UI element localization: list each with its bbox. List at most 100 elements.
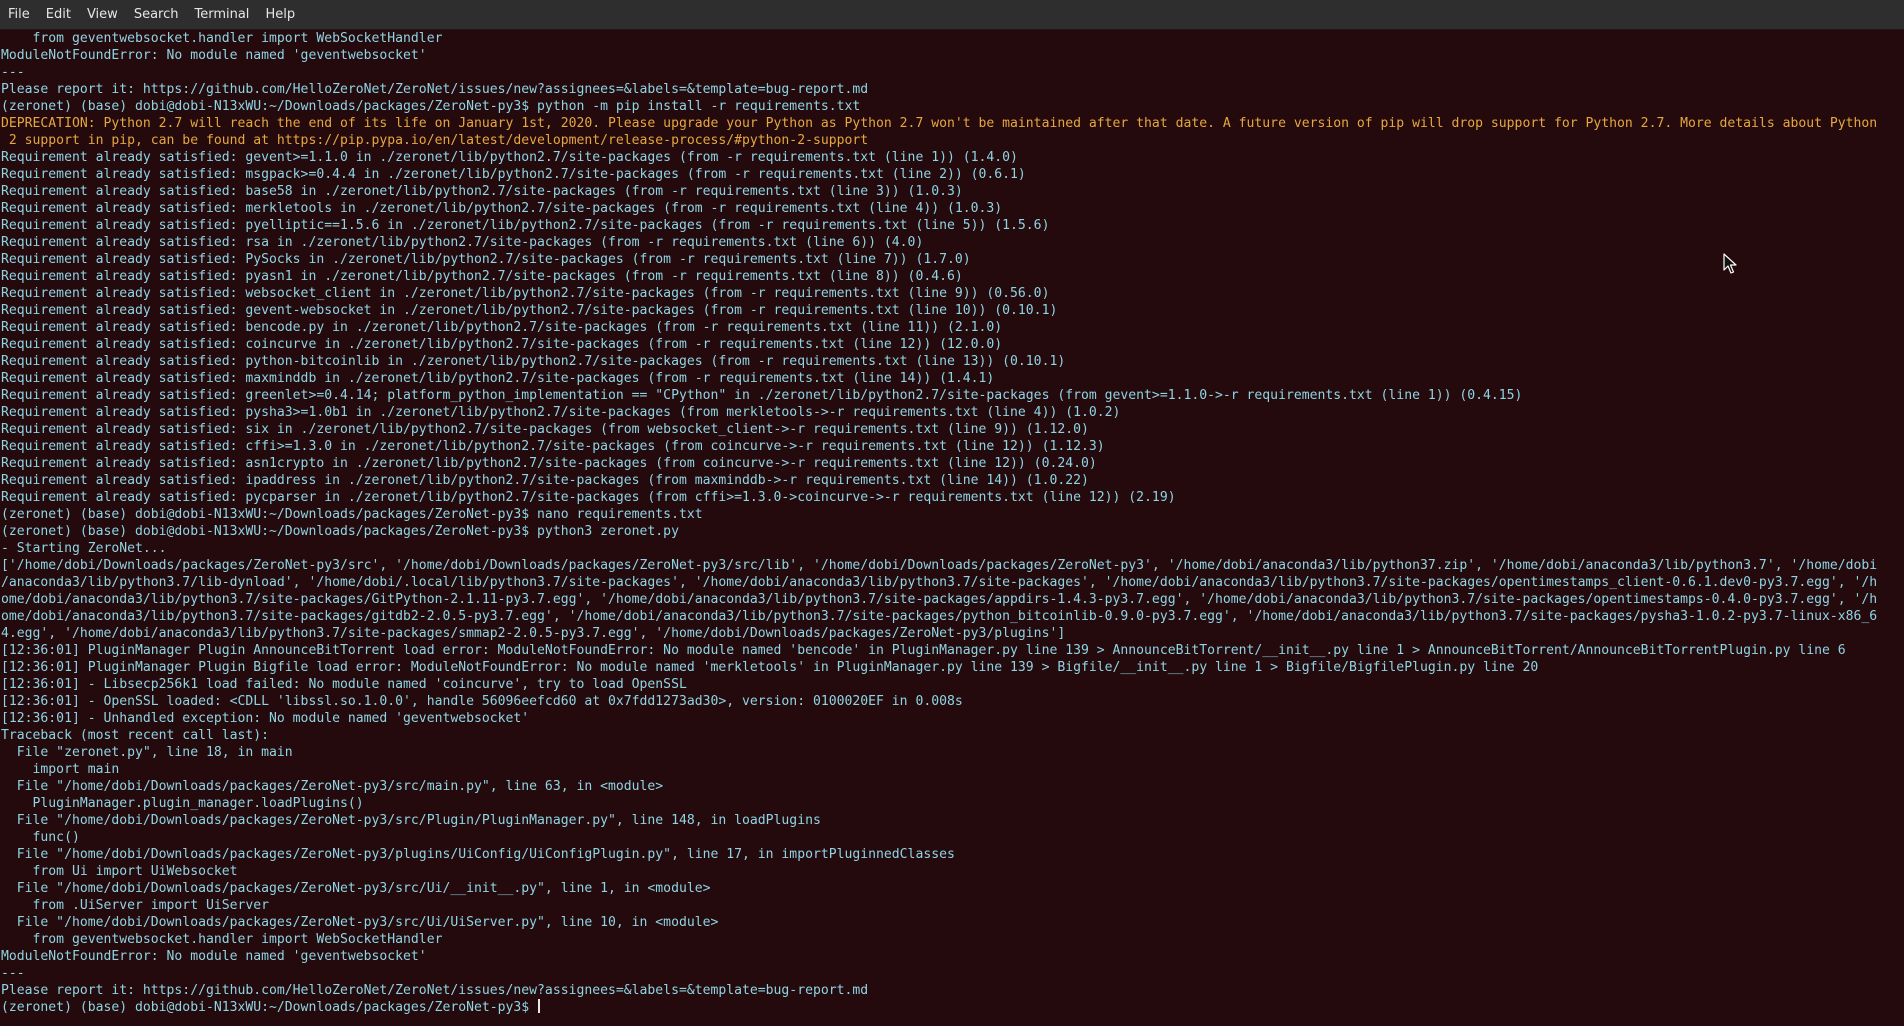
terminal-line: Requirement already satisfied: bencode.p… [1,319,1904,336]
terminal-line-text: Requirement already satisfied: merkletoo… [1,201,1003,216]
terminal-line-text: from .UiServer import UiServer [1,898,270,913]
terminal-line: Requirement already satisfied: gevent-we… [1,302,1904,319]
terminal-line: func() [1,829,1904,846]
terminal-line: [12:36:01] - Libsecp256k1 load failed: N… [1,676,1904,693]
terminal-line: ['/home/dobi/Downloads/packages/ZeroNet-… [1,557,1904,574]
terminal-line-text: ['/home/dobi/Downloads/packages/ZeroNet-… [1,558,1878,573]
menu-bar: File Edit View Search Terminal Help [0,0,1904,30]
terminal-line: File "/home/dobi/Downloads/packages/Zero… [1,914,1904,931]
terminal-line: 4.egg', '/home/dobi/anaconda3/lib/python… [1,625,1904,642]
terminal-line-text: Requirement already satisfied: rsa in ./… [1,235,924,250]
terminal-line-text: 4.egg', '/home/dobi/anaconda3/lib/python… [1,626,1066,641]
terminal-line-text: Requirement already satisfied: bencode.p… [1,320,1003,335]
terminal-line: Requirement already satisfied: pyasn1 in… [1,268,1904,285]
terminal-line: - Starting ZeroNet... [1,540,1904,557]
terminal-line-text: Requirement already satisfied: coincurve… [1,337,1003,352]
terminal-line-text: File "/home/dobi/Downloads/packages/Zero… [1,779,664,794]
terminal-line-text: --- [1,966,25,981]
terminal-line-text: 2 support in pip, can be found at https:… [1,133,869,148]
terminal-line: from Ui import UiWebsocket [1,863,1904,880]
terminal-line: (zeronet) (base) dobi@dobi-N13xWU:~/Down… [1,523,1904,540]
terminal-line-text: Traceback (most recent call last): [1,728,270,743]
terminal-line: File "/home/dobi/Downloads/packages/Zero… [1,880,1904,897]
terminal-line-text: /anaconda3/lib/python3.7/lib-dynload', '… [1,575,1878,590]
terminal-line: File "zeronet.py", line 18, in main [1,744,1904,761]
terminal-line: ome/dobi/anaconda3/lib/python3.7/site-pa… [1,608,1904,625]
terminal-line: Please report it: https://github.com/Hel… [1,982,1904,999]
menu-terminal[interactable]: Terminal [186,0,257,30]
terminal-line: Please report it: https://github.com/Hel… [1,81,1904,98]
text-cursor [538,999,541,1013]
terminal-line: [12:36:01] - Unhandled exception: No mod… [1,710,1904,727]
terminal-line-text: ome/dobi/anaconda3/lib/python3.7/site-pa… [1,592,1878,607]
mouse-pointer-icon [1723,253,1737,274]
terminal-line-text: (zeronet) (base) dobi@dobi-N13xWU:~/Down… [1,524,679,539]
menu-search[interactable]: Search [126,0,187,30]
terminal-line-text: from Ui import UiWebsocket [1,864,238,879]
terminal-line-text: File "/home/dobi/Downloads/packages/Zero… [1,813,821,828]
terminal-line: (zeronet) (base) dobi@dobi-N13xWU:~/Down… [1,506,1904,523]
terminal-line-text: Please report it: https://github.com/Hel… [1,983,869,998]
terminal-line-text: from geventwebsocket.handler import WebS… [1,31,443,46]
terminal-line: [12:36:01] PluginManager Plugin Bigfile … [1,659,1904,676]
terminal-line: Requirement already satisfied: rsa in ./… [1,234,1904,251]
terminal-line: from .UiServer import UiServer [1,897,1904,914]
terminal-line: Requirement already satisfied: python-bi… [1,353,1904,370]
terminal-line: [12:36:01] - OpenSSL loaded: <CDLL 'libs… [1,693,1904,710]
terminal-line-text: Requirement already satisfied: pycparser… [1,490,1176,505]
terminal-line: File "/home/dobi/Downloads/packages/Zero… [1,846,1904,863]
terminal-line-text: Requirement already satisfied: PySocks i… [1,252,971,267]
terminal-line: [12:36:01] PluginManager Plugin Announce… [1,642,1904,659]
terminal-line: from geventwebsocket.handler import WebS… [1,931,1904,948]
terminal-line: ModuleNotFoundError: No module named 'ge… [1,948,1904,965]
terminal-line: Requirement already satisfied: coincurve… [1,336,1904,353]
terminal-line: (zeronet) (base) dobi@dobi-N13xWU:~/Down… [1,98,1904,115]
terminal-line-text: Requirement already satisfied: six in ./… [1,422,1089,437]
terminal-line: Requirement already satisfied: pyellipti… [1,217,1904,234]
terminal-line: Requirement already satisfied: PySocks i… [1,251,1904,268]
terminal-line-text: import main [1,762,120,777]
terminal-line-text: Requirement already satisfied: asn1crypt… [1,456,1097,471]
terminal-line: Traceback (most recent call last): [1,727,1904,744]
terminal-line-text: File "zeronet.py", line 18, in main [1,745,293,760]
terminal-line: Requirement already satisfied: merkletoo… [1,200,1904,217]
terminal-line: Requirement already satisfied: pycparser… [1,489,1904,506]
terminal-line-text: ome/dobi/anaconda3/lib/python3.7/site-pa… [1,609,1878,624]
terminal-line: /anaconda3/lib/python3.7/lib-dynload', '… [1,574,1904,591]
terminal-line: ModuleNotFoundError: No module named 'ge… [1,47,1904,64]
menu-file[interactable]: File [0,0,38,30]
terminal-output[interactable]: from geventwebsocket.handler import WebS… [0,30,1904,1026]
terminal-line-text: - Starting ZeroNet... [1,541,167,556]
menu-help[interactable]: Help [257,0,303,30]
terminal-line: from geventwebsocket.handler import WebS… [1,30,1904,47]
terminal-line: Requirement already satisfied: greenlet>… [1,387,1904,404]
terminal-line: ome/dobi/anaconda3/lib/python3.7/site-pa… [1,591,1904,608]
menu-view[interactable]: View [79,0,126,30]
terminal-line-text: DEPRECATION: Python 2.7 will reach the e… [1,116,1878,131]
terminal-line: Requirement already satisfied: six in ./… [1,421,1904,438]
terminal-line: File "/home/dobi/Downloads/packages/Zero… [1,778,1904,795]
terminal-line: import main [1,761,1904,778]
terminal-line: Requirement already satisfied: gevent>=1… [1,149,1904,166]
terminal-line: Requirement already satisfied: asn1crypt… [1,455,1904,472]
terminal-line-text: [12:36:01] PluginManager Plugin Announce… [1,643,1846,658]
terminal-line: File "/home/dobi/Downloads/packages/Zero… [1,812,1904,829]
terminal-line-text: Requirement already satisfied: msgpack>=… [1,167,1026,182]
terminal-line: Requirement already satisfied: ipaddress… [1,472,1904,489]
terminal-line: PluginManager.plugin_manager.loadPlugins… [1,795,1904,812]
terminal-line-text: --- [1,65,25,80]
terminal-line-text: ModuleNotFoundError: No module named 'ge… [1,949,427,964]
terminal-line: Requirement already satisfied: cffi>=1.3… [1,438,1904,455]
terminal-line: Requirement already satisfied: base58 in… [1,183,1904,200]
menu-edit[interactable]: Edit [38,0,79,30]
terminal-line: Requirement already satisfied: pysha3>=1… [1,404,1904,421]
terminal-line-text: PluginManager.plugin_manager.loadPlugins… [1,796,364,811]
terminal-line-text: Requirement already satisfied: gevent>=1… [1,150,1018,165]
terminal-line-text: Requirement already satisfied: websocket… [1,286,1050,301]
terminal-line-text: [12:36:01] PluginManager Plugin Bigfile … [1,660,1539,675]
terminal-line: DEPRECATION: Python 2.7 will reach the e… [1,115,1904,132]
terminal-line-text: from geventwebsocket.handler import WebS… [1,932,443,947]
terminal-line-text: Requirement already satisfied: python-bi… [1,354,1066,369]
terminal-line: --- [1,64,1904,81]
terminal-line-text: File "/home/dobi/Downloads/packages/Zero… [1,881,711,896]
